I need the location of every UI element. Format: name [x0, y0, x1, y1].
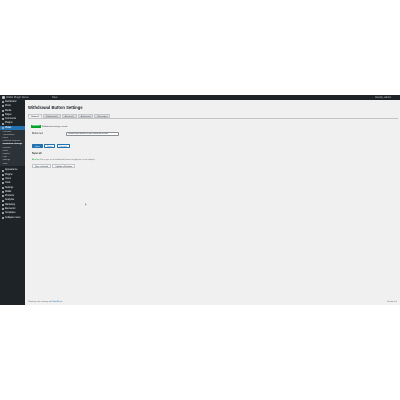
menu-icon — [1, 118, 4, 121]
menu-icon — [1, 114, 4, 117]
menu-icon — [1, 178, 4, 181]
save-button[interactable]: Save — [32, 144, 43, 149]
wp-admin-screen: Wallet Plugin Demo New Howdy, admin Dash… — [0, 95, 400, 305]
menu-label: Templates — [5, 212, 16, 215]
menu-label: Marketing — [5, 203, 16, 206]
menu-label: Appearance — [5, 169, 18, 172]
menu-label: Dashboard — [5, 101, 17, 103]
submenu: Overview Transactions Users Withdraw Reques… — [0, 130, 25, 167]
menu-label: Comments — [5, 118, 17, 121]
sync-help-text: All active Run a sync on all withdrawal … — [32, 159, 95, 161]
menu-icon — [1, 208, 4, 211]
menu-label: Plugins — [5, 173, 13, 176]
menu-label: Media — [5, 109, 12, 112]
menu-label: Tools — [5, 182, 11, 185]
admin-sidebar: Dashboard Posts Media Pages Comments Plugins … — [0, 100, 25, 305]
success-notice: Updated Withdrawal settings saved. — [31, 125, 68, 128]
menu-icon — [1, 203, 4, 206]
menu-label: Products — [5, 195, 15, 198]
sync-help-tag: All active — [32, 159, 40, 161]
sync-help-description: Run a sync on all withdrawal buttons to … — [40, 159, 96, 161]
menu-icon — [1, 182, 4, 185]
wallet-icon — [1, 126, 4, 129]
mouse-pointer-icon — [85, 203, 87, 206]
sync-section-title: Sync all — [32, 152, 42, 155]
sync-selected-button[interactable]: Sync selected — [32, 164, 51, 169]
menu-label: Pages — [5, 113, 12, 116]
form-actions: Save Reset Preview — [32, 144, 70, 149]
footer-version: Version 6.4 — [386, 301, 397, 303]
menu-icon — [1, 195, 4, 198]
menu-icon — [1, 101, 4, 104]
menu-icon — [1, 186, 4, 189]
menu-icon — [1, 173, 4, 176]
menu-label: Analytics — [5, 199, 15, 202]
footer-thanks: Thank you for creating with WordPress — [28, 301, 63, 303]
wordpress-link[interactable]: WordPress — [53, 301, 63, 303]
menu-icon — [1, 212, 4, 215]
menu-label: Wallet — [5, 190, 12, 193]
button-text-input[interactable] — [66, 132, 119, 136]
menu-label: Users — [5, 177, 11, 180]
menu-label: Plugins — [5, 122, 13, 125]
menu-icon — [1, 191, 4, 193]
menu-icon — [1, 199, 4, 202]
status-badge: Updated — [31, 125, 41, 128]
menu-icon — [1, 105, 4, 108]
sync-actions: Sync selected Update all buttons — [32, 164, 76, 169]
menu-icon — [1, 122, 4, 125]
menu-icon — [1, 109, 4, 112]
preview-button[interactable]: Preview — [56, 144, 70, 149]
menu-label: Settings — [5, 186, 14, 189]
menu-label: Posts — [5, 105, 11, 108]
notice-text: Withdrawal settings saved. — [41, 125, 68, 128]
menu-icon — [1, 169, 4, 172]
reset-button[interactable]: Reset — [43, 144, 56, 149]
main-content: Withdrawal Button Settings General Withdr… — [25, 100, 400, 305]
page-title: Withdrawal Button Settings — [28, 105, 83, 110]
menu-label: Collapse menu — [5, 216, 21, 219]
menu-item-items_bottom-11[interactable]: Collapse menu — [0, 216, 25, 220]
menu-label: Elementor — [5, 208, 16, 210]
update-all-button[interactable]: Update all buttons — [52, 164, 76, 169]
menu-icon — [1, 216, 4, 219]
submenu-item[interactable]: Tools — [0, 163, 25, 166]
menu-item-active[interactable]: Wallet — [0, 125, 25, 131]
button-text-label: Button text — [32, 133, 43, 135]
